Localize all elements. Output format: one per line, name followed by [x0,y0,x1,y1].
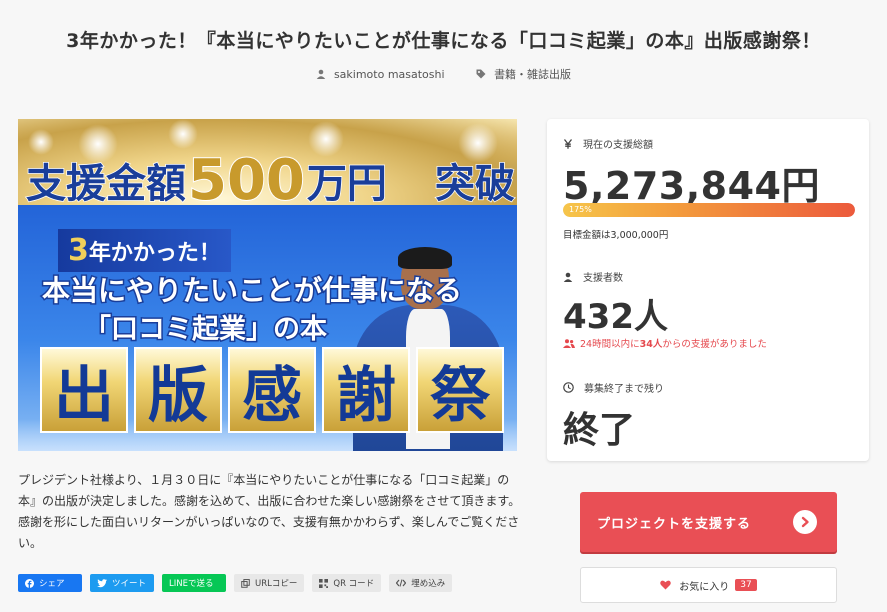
goal-amount: 目標金額は3,000,000円 [563,230,669,241]
project-hero-image: 支援金額 500 万円 突破 3年かかった！ 本当にやりたいことが仕事になる 「… [18,119,517,451]
hero-tiles: 出 版 感 謝 祭 [40,347,504,433]
support-project-button[interactable]: プロジェクトを支援する [580,492,837,552]
code-icon [396,579,407,587]
page-title: 3年かかった！『本当にやりたいことが仕事になる「口コミ起業」の本』出版感謝祭！ [66,30,821,52]
category-name: 書籍・雑誌出版 [494,68,572,81]
hero-headline: 支援金額 500 万円 突破 [25,147,515,214]
hero-badge: 3年かかった！ [58,229,231,272]
hero-subtitle: 本当にやりたいことが仕事になる [40,273,463,309]
hero-book-title: 「口コミ起業」の本 [83,313,329,347]
project-description: プレジデント社様より、１月３０日に『本当にやりたいことが仕事になる「口コミ起業」… [18,473,521,550]
project-meta: sakimoto masatoshi 書籍・雑誌出版 [0,66,887,82]
category-link[interactable]: 書籍・雑誌出版 [476,66,571,82]
funding-label: 現在の支援総額 [563,136,653,151]
backers-count: 432人 [563,297,668,337]
twitter-icon [97,578,107,587]
hero-tile: 謝 [322,347,410,433]
hero-tile: 祭 [416,347,504,433]
tag-icon [476,69,486,79]
user-icon [316,69,326,79]
author-name: sakimoto masatoshi [333,67,445,81]
favorite-button[interactable]: お気に入り 37 [580,567,837,603]
funding-amount: 5,273,844円 [563,164,820,208]
hero-tile: 版 [134,347,222,433]
facebook-share-button[interactable]: シェア [18,574,82,592]
embed-button[interactable]: 埋め込み [389,574,453,592]
url-copy-button[interactable]: URLコピー [234,574,305,592]
person-hair [398,247,452,269]
author-link[interactable]: sakimoto masatoshi [316,68,445,81]
remaining-value: 終了 [563,410,636,451]
progress-percent: 175% [569,205,592,214]
copy-icon [241,578,250,588]
recent-backers-notice: 24時間以内に 34人 からの支援がありました [563,336,767,350]
backers-label: 支援者数 [563,269,623,284]
funding-progress-bar: 175% [563,203,855,217]
share-bar: シェア ツイート LINEで送る URLコピー QR コード 埋め込み [18,574,453,592]
twitter-share-button[interactable]: ツイート [90,574,154,592]
users-icon [563,338,575,348]
funding-stats-card: 現在の支援総額 5,273,844円 175% 目標金額は3,000,000円 … [547,119,869,461]
remaining-label: 募集終了まで残り [563,380,664,395]
clock-icon [563,382,574,393]
line-share-button[interactable]: LINEで送る [162,574,226,592]
hero-tile: 感 [228,347,316,433]
favorite-count-badge: 37 [735,579,757,591]
heart-icon [660,580,672,590]
yen-icon [563,138,573,149]
progress-fill [563,203,855,217]
qr-icon [319,578,329,588]
chevron-right-icon [793,510,817,534]
qr-code-button[interactable]: QR コード [312,574,382,592]
facebook-icon [25,578,34,588]
hero-tile: 出 [40,347,128,433]
user-icon [563,272,573,282]
